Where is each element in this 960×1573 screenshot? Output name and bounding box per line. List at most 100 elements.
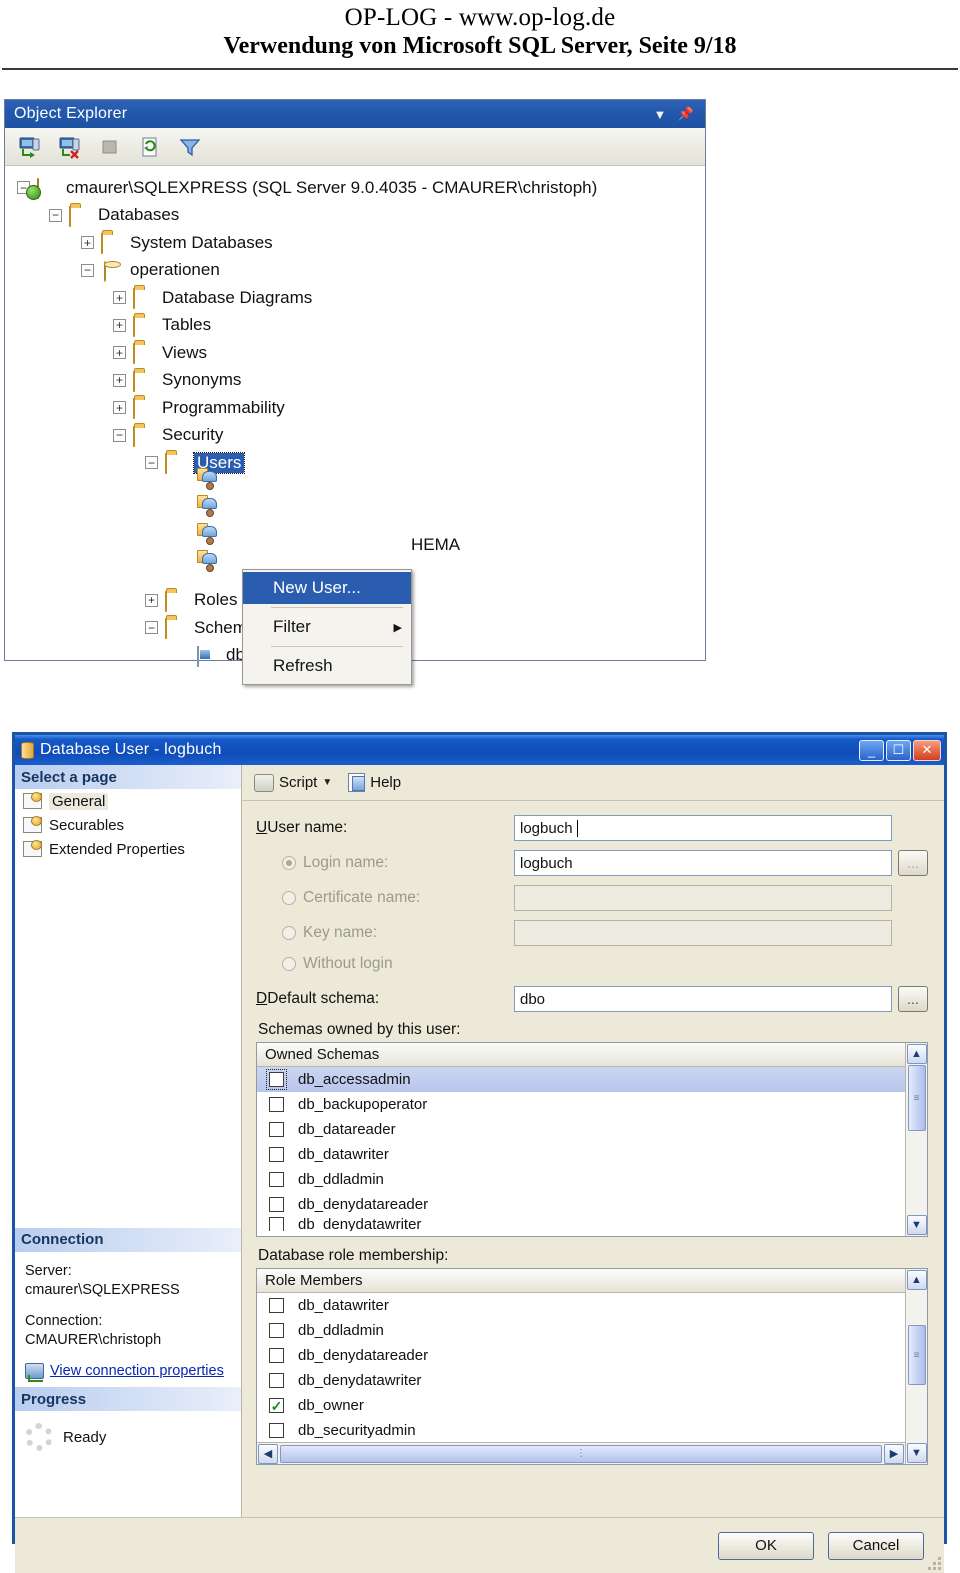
scroll-down-icon[interactable]: ▼: [906, 1443, 927, 1463]
login-name-input[interactable]: logbuch: [514, 850, 892, 876]
default-schema-browse-button[interactable]: ...: [898, 986, 928, 1012]
tree-item-views[interactable]: + Views: [5, 339, 705, 367]
role-members-horizontal-scrollbar[interactable]: ◀ ⋮ ▶: [257, 1442, 905, 1464]
certificate-name-radio[interactable]: [282, 891, 296, 905]
scroll-right-icon[interactable]: ▶: [884, 1443, 904, 1464]
expander-minus-icon[interactable]: −: [113, 428, 126, 442]
role-member-checkbox[interactable]: [269, 1323, 284, 1338]
resize-grip-icon[interactable]: [927, 1556, 941, 1570]
cancel-button[interactable]: Cancel: [828, 1531, 924, 1560]
scroll-thumb[interactable]: ≡: [907, 1325, 926, 1385]
expander-plus-icon[interactable]: +: [113, 346, 126, 360]
minimize-button[interactable]: _: [859, 739, 884, 761]
tree-item-user[interactable]: [5, 495, 705, 532]
pin-icon[interactable]: 📌: [673, 106, 699, 122]
ok-button[interactable]: OK: [718, 1531, 814, 1560]
expander-plus-icon[interactable]: +: [113, 373, 126, 387]
chevron-down-icon[interactable]: ▼: [647, 107, 673, 122]
tree-item-databases[interactable]: − Databases: [5, 202, 705, 230]
tree-item-user[interactable]: [5, 467, 705, 505]
context-menu-item-filter[interactable]: Filter ▶: [243, 611, 411, 643]
list-item[interactable]: db_ddladmin: [257, 1318, 905, 1343]
view-connection-properties-row[interactable]: View connection properties: [25, 1362, 233, 1383]
tree-item-synonyms[interactable]: + Synonyms: [5, 367, 705, 395]
refresh-icon[interactable]: [135, 133, 165, 161]
owned-schema-checkbox[interactable]: [269, 1122, 284, 1137]
tree-item-server[interactable]: − cmaurer\SQLEXPRESS (SQL Server 9.0.403…: [5, 174, 705, 202]
sidebar-item-extended-properties[interactable]: Extended Properties: [15, 837, 241, 861]
context-menu-item-new-user[interactable]: New User...: [243, 572, 411, 604]
user-name-input[interactable]: logbuch: [514, 815, 892, 841]
list-item[interactable]: db_ddladmin: [257, 1167, 905, 1192]
certificate-name-input[interactable]: [514, 885, 892, 911]
list-item[interactable]: db_denydatawriter: [257, 1368, 905, 1393]
maximize-button[interactable]: ☐: [886, 739, 911, 761]
stop-icon[interactable]: [95, 133, 125, 161]
sidebar-item-general[interactable]: General: [15, 789, 241, 813]
list-item[interactable]: db_denydatawriter: [257, 1217, 905, 1231]
script-button[interactable]: Script ▼: [254, 773, 332, 792]
list-item[interactable]: db_datawriter: [257, 1142, 905, 1167]
role-member-checkbox[interactable]: [269, 1348, 284, 1363]
default-schema-input[interactable]: dbo: [514, 986, 892, 1012]
login-name-radio[interactable]: [282, 856, 296, 870]
scroll-thumb-horizontal[interactable]: ⋮: [280, 1444, 882, 1463]
tree-item-database-diagrams[interactable]: + Database Diagrams: [5, 284, 705, 312]
scroll-thumb[interactable]: ≡: [907, 1065, 926, 1131]
expander-plus-icon[interactable]: +: [113, 401, 126, 415]
role-member-checkbox[interactable]: [269, 1423, 284, 1438]
expander-minus-icon[interactable]: −: [145, 621, 158, 635]
sidebar-item-securables[interactable]: Securables: [15, 813, 241, 837]
scroll-up-icon[interactable]: ▲: [906, 1270, 927, 1290]
list-item[interactable]: db_datareader: [257, 1117, 905, 1142]
scroll-left-icon[interactable]: ◀: [258, 1443, 278, 1464]
expander-plus-icon[interactable]: +: [81, 236, 94, 250]
list-item[interactable]: ✓ db_owner: [257, 1393, 905, 1418]
owned-schema-checkbox[interactable]: [266, 1069, 287, 1090]
role-member-checkbox-checked[interactable]: ✓: [269, 1398, 284, 1413]
context-menu[interactable]: New User... Filter ▶ Refresh: [242, 569, 412, 685]
owned-schema-checkbox[interactable]: [269, 1217, 284, 1231]
list-item[interactable]: db_securityadmin: [257, 1418, 905, 1442]
disconnect-icon[interactable]: [55, 133, 85, 161]
owned-schema-checkbox[interactable]: [269, 1197, 284, 1212]
tree-item-security[interactable]: − Security: [5, 422, 705, 450]
view-connection-properties-link[interactable]: View connection properties: [50, 1362, 224, 1381]
connect-icon[interactable]: [15, 133, 45, 161]
key-name-radio[interactable]: [282, 926, 296, 940]
owned-schema-checkbox[interactable]: [269, 1172, 284, 1187]
role-member-checkbox[interactable]: [269, 1373, 284, 1388]
filter-icon[interactable]: [175, 133, 205, 161]
list-item[interactable]: db_accessadmin: [257, 1067, 905, 1092]
tree-item-system-databases[interactable]: + System Databases: [5, 229, 705, 257]
tree-item-tables[interactable]: + Tables: [5, 312, 705, 340]
role-member-checkbox[interactable]: [269, 1298, 284, 1313]
chevron-down-icon[interactable]: ▼: [322, 777, 332, 788]
list-item[interactable]: db_datawriter: [257, 1293, 905, 1318]
owned-schemas-listbox[interactable]: Owned Schemas db_accessadmin db_backupop…: [256, 1042, 928, 1237]
expander-plus-icon[interactable]: +: [145, 593, 158, 607]
expander-minus-icon[interactable]: −: [81, 263, 94, 277]
role-members-listbox[interactable]: Role Members db_datawriter db_ddladmin d…: [256, 1268, 928, 1465]
tree-item-user[interactable]: HEMA: [5, 522, 705, 560]
without-login-radio[interactable]: [282, 957, 296, 971]
login-name-browse-button[interactable]: ...: [898, 850, 928, 876]
expander-plus-icon[interactable]: +: [113, 291, 126, 305]
close-button[interactable]: ✕: [913, 739, 941, 761]
role-members-vertical-scrollbar[interactable]: ▲ ≡ ▼: [905, 1269, 927, 1464]
owned-schema-checkbox[interactable]: [269, 1147, 284, 1162]
tree-item-users[interactable]: − Users: [5, 449, 705, 477]
tree-item-programmability[interactable]: + Programmability: [5, 394, 705, 422]
list-item[interactable]: db_backupoperator: [257, 1092, 905, 1117]
context-menu-item-refresh[interactable]: Refresh: [243, 650, 411, 682]
tree-item-operationen[interactable]: − operationen: [5, 257, 705, 285]
list-item[interactable]: db_denydatareader: [257, 1192, 905, 1217]
expander-minus-icon[interactable]: −: [145, 456, 158, 470]
owned-schema-checkbox[interactable]: [269, 1097, 284, 1112]
scroll-up-icon[interactable]: ▲: [906, 1044, 927, 1064]
expander-plus-icon[interactable]: +: [113, 318, 126, 332]
expander-minus-icon[interactable]: −: [49, 208, 62, 222]
list-item[interactable]: db_denydatareader: [257, 1343, 905, 1368]
help-button[interactable]: Help: [348, 773, 401, 792]
owned-schemas-vertical-scrollbar[interactable]: ▲ ≡ ▼: [905, 1043, 927, 1236]
